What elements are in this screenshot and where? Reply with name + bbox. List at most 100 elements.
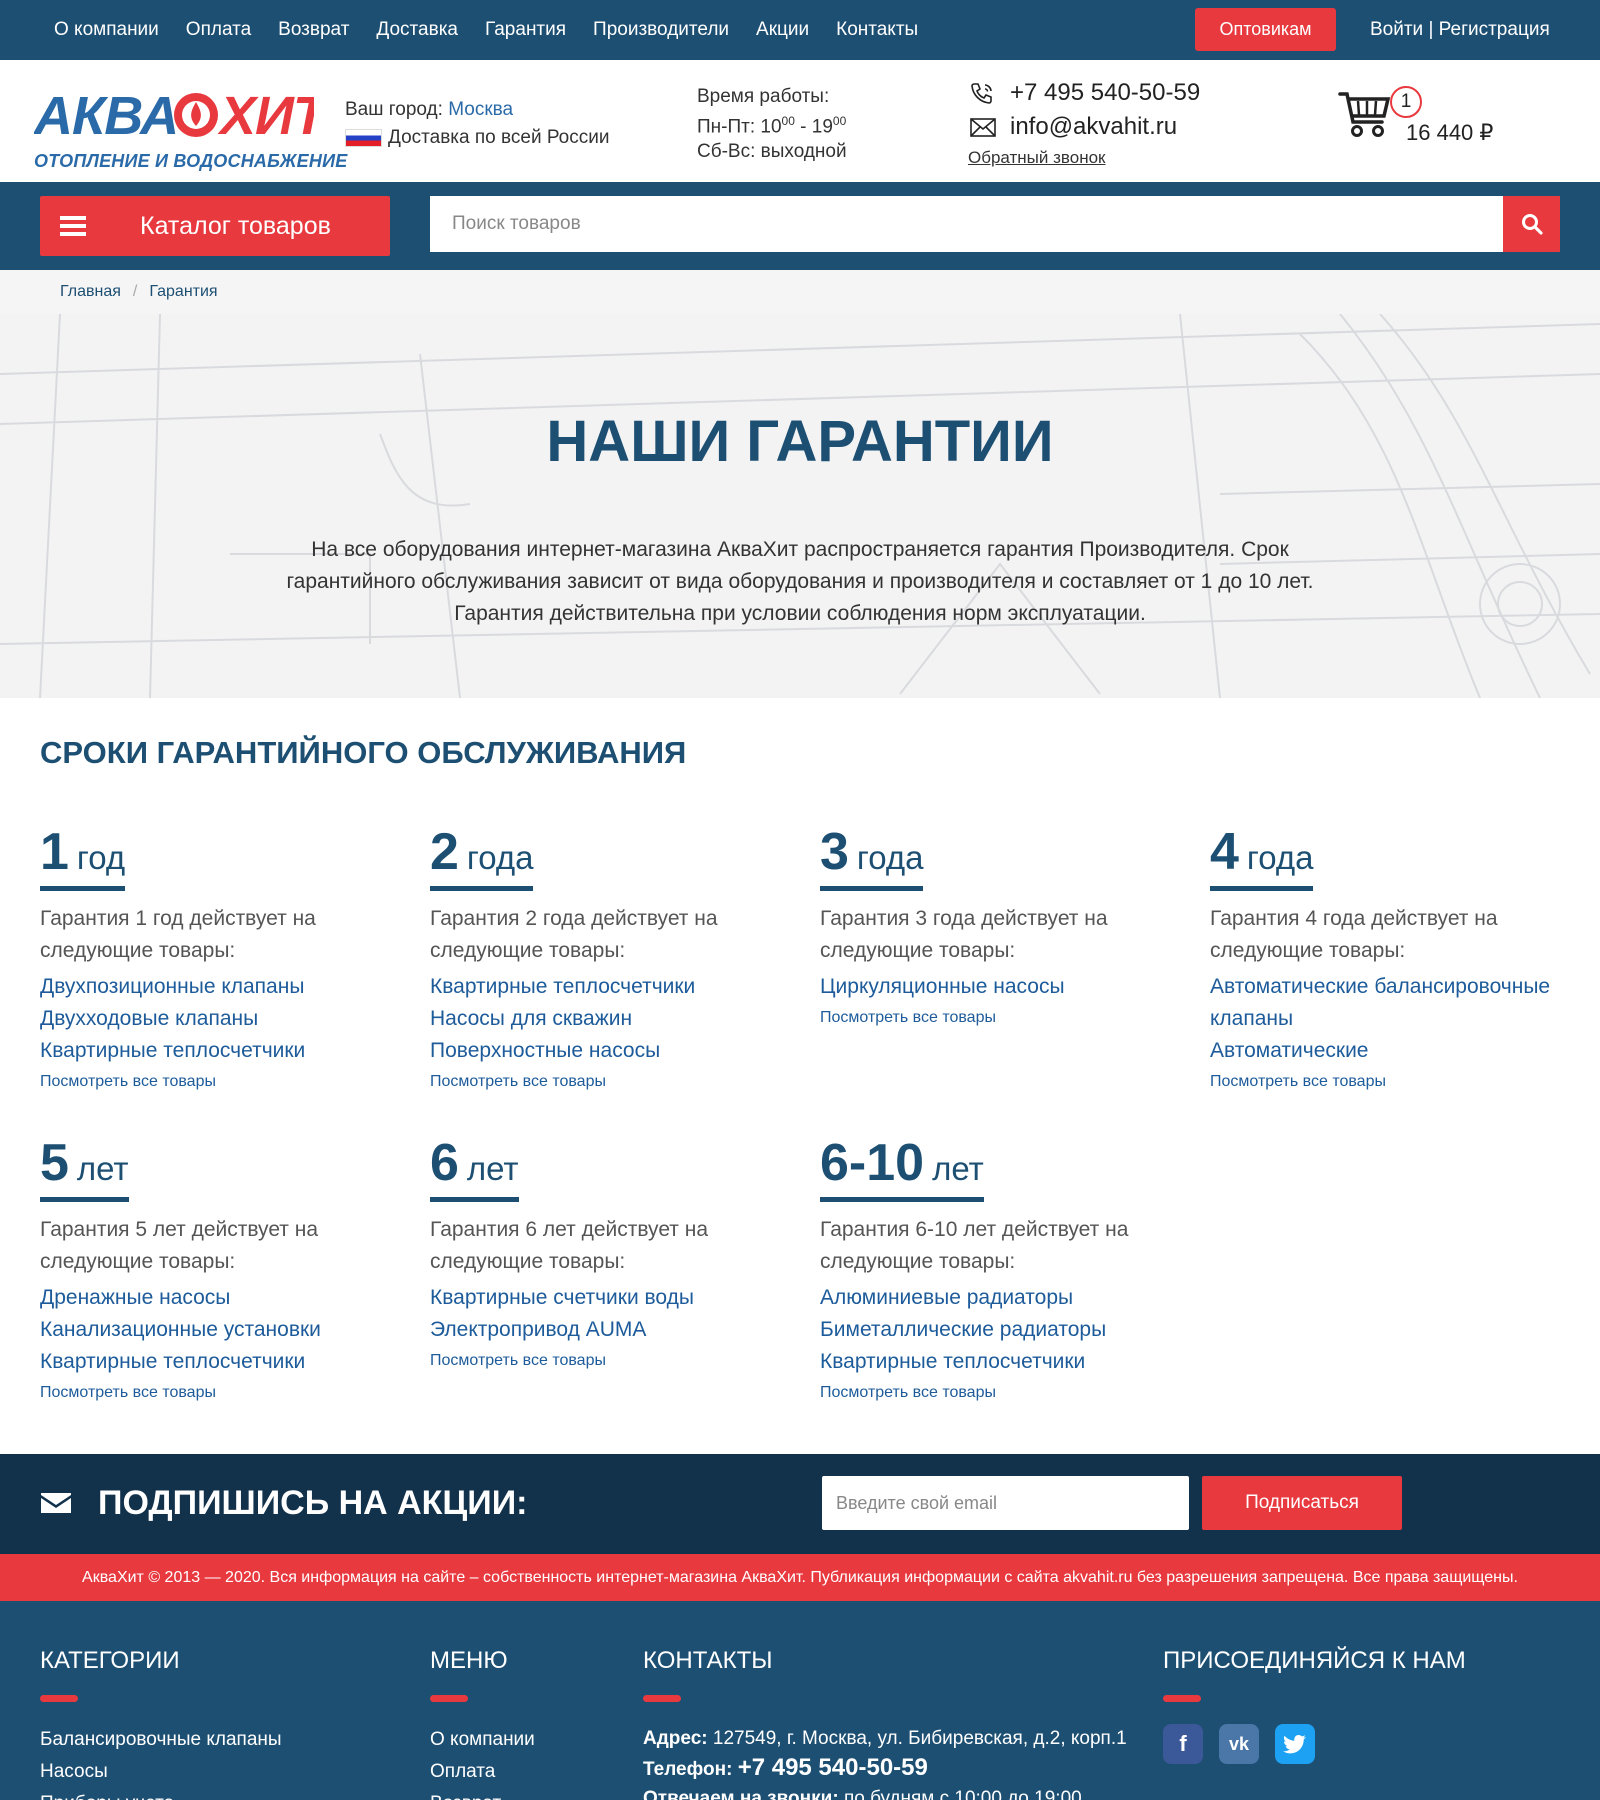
term-number: 3 — [820, 823, 849, 881]
view-all-products-link[interactable]: Посмотреть все товары — [40, 1384, 400, 1402]
view-all-products-link[interactable]: Посмотреть все товары — [430, 1352, 790, 1370]
warranty-term-3-years: 3 года Гарантия 3 года действует на следу… — [820, 822, 1180, 1027]
footer-address: Адрес: 127549, г. Москва, ул. Бибиревска… — [643, 1724, 1127, 1753]
catalog-search-bar: Каталог товаров — [0, 182, 1600, 270]
search-button[interactable] — [1503, 196, 1560, 252]
footer-menu-link[interactable]: Возврат — [430, 1788, 535, 1800]
footer-category-link[interactable]: Балансировочные клапаны — [40, 1724, 282, 1756]
delivery-text: Доставка по всей России — [388, 127, 610, 148]
subscribe-email-input[interactable] — [822, 1476, 1189, 1530]
footer-title-accent — [40, 1695, 78, 1702]
breadcrumb-current-link[interactable]: Гарантия — [149, 283, 217, 301]
term-product-link[interactable]: Квартирные счетчики воды — [430, 1282, 790, 1314]
city-label: Ваш город: — [345, 99, 443, 120]
term-product-link[interactable]: Поверхностные насосы — [430, 1035, 790, 1067]
twitter-link[interactable] — [1275, 1724, 1315, 1764]
catalog-button-label: Каталог товаров — [140, 211, 331, 240]
search-box — [430, 196, 1560, 252]
footer-phone-label: Телефон: — [643, 1759, 733, 1780]
footer-contacts-title: КОНТАКТЫ — [643, 1647, 773, 1674]
subscribe-button[interactable]: Подписаться — [1202, 1476, 1402, 1530]
term-product-link[interactable]: Квартирные теплосчетчики — [40, 1346, 400, 1378]
term-product-links: Квартирные счетчики воды Электропривод A… — [430, 1282, 790, 1346]
view-all-products-link[interactable]: Посмотреть все товары — [820, 1009, 1180, 1027]
city-selector-link[interactable]: Москва — [448, 99, 513, 120]
term-product-link[interactable]: Алюминиевые радиаторы — [820, 1282, 1180, 1314]
footer-social-title: ПРИСОЕДИНЯЙСЯ К НАМ — [1163, 1647, 1466, 1674]
term-product-link[interactable]: Автоматические — [1210, 1035, 1570, 1067]
header-phone-link[interactable]: +7 495 540-50-59 — [968, 76, 1200, 110]
top-menu-item-delivery[interactable]: Доставка — [376, 19, 458, 41]
top-menu-item-payment[interactable]: Оплата — [186, 19, 251, 41]
svg-text:ХИТ: ХИТ — [217, 88, 314, 142]
footer-menu-link[interactable]: О компании — [430, 1724, 535, 1756]
term-product-links: Двухпозиционные клапаны Двухходовые клап… — [40, 971, 400, 1067]
top-menu-item-contacts[interactable]: Контакты — [836, 19, 918, 41]
cart-button[interactable]: 1 16 440 ₽ — [1338, 86, 1493, 158]
footer-phone-link[interactable]: +7 495 540-50-59 — [738, 1754, 928, 1781]
term-product-link[interactable]: Канализационные установки — [40, 1314, 400, 1346]
top-navigation-bar: О компании Оплата Возврат Доставка Гаран… — [0, 0, 1600, 60]
term-description: Гарантия 5 лет действует на следующие то… — [40, 1218, 319, 1273]
term-product-link[interactable]: Квартирные теплосчетчики — [820, 1346, 1180, 1378]
hours-weekdays-start-minutes: 00 — [781, 114, 795, 128]
top-menu-item-warranty[interactable]: Гарантия — [485, 19, 566, 41]
header-email-link[interactable]: info@akvahit.ru — [968, 110, 1200, 144]
top-menu-item-about[interactable]: О компании — [54, 19, 159, 41]
view-all-products-link[interactable]: Посмотреть все товары — [1210, 1073, 1570, 1091]
term-heading: 2 года — [430, 822, 534, 891]
footer-category-link[interactable]: Приборы учета — [40, 1788, 282, 1800]
term-product-link[interactable]: Циркуляционные насосы — [820, 971, 1180, 1003]
callback-link[interactable]: Обратный звонок — [968, 148, 1200, 168]
view-all-products-link[interactable]: Посмотреть все товары — [40, 1073, 400, 1091]
term-product-link[interactable]: Биметаллические радиаторы — [820, 1314, 1180, 1346]
wholesale-button[interactable]: Оптовикам — [1195, 8, 1336, 51]
footer-call-hours-label: Отвечаем на звонки: — [643, 1788, 839, 1800]
footer-menu: МЕНЮ О компании Оплата Возврат — [430, 1647, 535, 1800]
envelope-icon — [41, 1493, 71, 1513]
working-hours: Время работы: Пн-Пт: 1000 - 1900 Сб-Вс: … — [697, 84, 847, 164]
site-footer: КАТЕГОРИИ Балансировочные клапаны Насосы… — [0, 1601, 1600, 1800]
term-product-link[interactable]: Электропривод AUMA — [430, 1314, 790, 1346]
login-register-link[interactable]: Войти | Регистрация — [1370, 0, 1550, 60]
term-product-link[interactable]: Насосы для скважин — [430, 1003, 790, 1035]
term-description: Гарантия 6 лет действует на следующие то… — [430, 1218, 709, 1273]
term-product-link[interactable]: Автоматические балансировочные клапаны — [1210, 971, 1570, 1035]
term-product-link[interactable]: Двухходовые клапаны — [40, 1003, 400, 1035]
city-block: Ваш город: Москва Доставка по всей Росси… — [345, 96, 609, 152]
search-icon — [1521, 214, 1543, 235]
facebook-link[interactable]: f — [1163, 1724, 1203, 1764]
top-menu-item-promotions[interactable]: Акции — [756, 19, 809, 41]
term-product-link[interactable]: Квартирные теплосчетчики — [430, 971, 790, 1003]
vk-link[interactable]: vk — [1219, 1724, 1259, 1764]
term-product-links: Дренажные насосы Канализационные установ… — [40, 1282, 400, 1378]
svg-text:АКВА: АКВА — [34, 88, 178, 142]
logo-subtitle: ОТОПЛЕНИЕ И ВОДОСНАБЖЕНИЕ — [34, 151, 348, 171]
term-product-link[interactable]: Квартирные теплосчетчики — [40, 1035, 400, 1067]
breadcrumb-separator: / — [132, 283, 138, 300]
twitter-icon — [1275, 1724, 1315, 1764]
catalog-button[interactable]: Каталог товаров — [40, 196, 390, 256]
footer-category-link[interactable]: Насосы — [40, 1756, 282, 1788]
term-unit: года — [466, 839, 534, 876]
hamburger-menu-icon — [60, 212, 86, 240]
view-all-products-link[interactable]: Посмотреть все товары — [820, 1384, 1180, 1402]
term-unit: лет — [466, 1150, 519, 1187]
term-number: 5 — [40, 1134, 69, 1192]
term-product-link[interactable]: Дренажные насосы — [40, 1282, 400, 1314]
phone-icon — [971, 83, 992, 104]
footer-contacts: КОНТАКТЫ Адрес: 127549, г. Москва, ул. Б… — [643, 1647, 1127, 1800]
hours-weekend: Сб-Вс: выходной — [697, 141, 847, 163]
top-menu-item-return[interactable]: Возврат — [278, 19, 349, 41]
breadcrumb-home-link[interactable]: Главная — [60, 283, 121, 301]
top-menu-item-manufacturers[interactable]: Производители — [593, 19, 729, 41]
search-input[interactable] — [430, 196, 1503, 252]
site-logo[interactable]: АКВА ХИТ ОТОПЛЕНИЕ И ВОДОСНАБЖЕНИЕ — [32, 86, 348, 172]
term-product-link[interactable]: Двухпозиционные клапаны — [40, 971, 400, 1003]
term-number: 2 — [430, 823, 459, 881]
term-description: Гарантия 6-10 лет действует на следующие… — [820, 1218, 1129, 1273]
warranty-term-2-years: 2 года Гарантия 2 года действует на следу… — [430, 822, 790, 1091]
view-all-products-link[interactable]: Посмотреть все товары — [430, 1073, 790, 1091]
footer-menu-link[interactable]: Оплата — [430, 1756, 535, 1788]
cart-total: 16 440 ₽ — [1406, 120, 1494, 145]
